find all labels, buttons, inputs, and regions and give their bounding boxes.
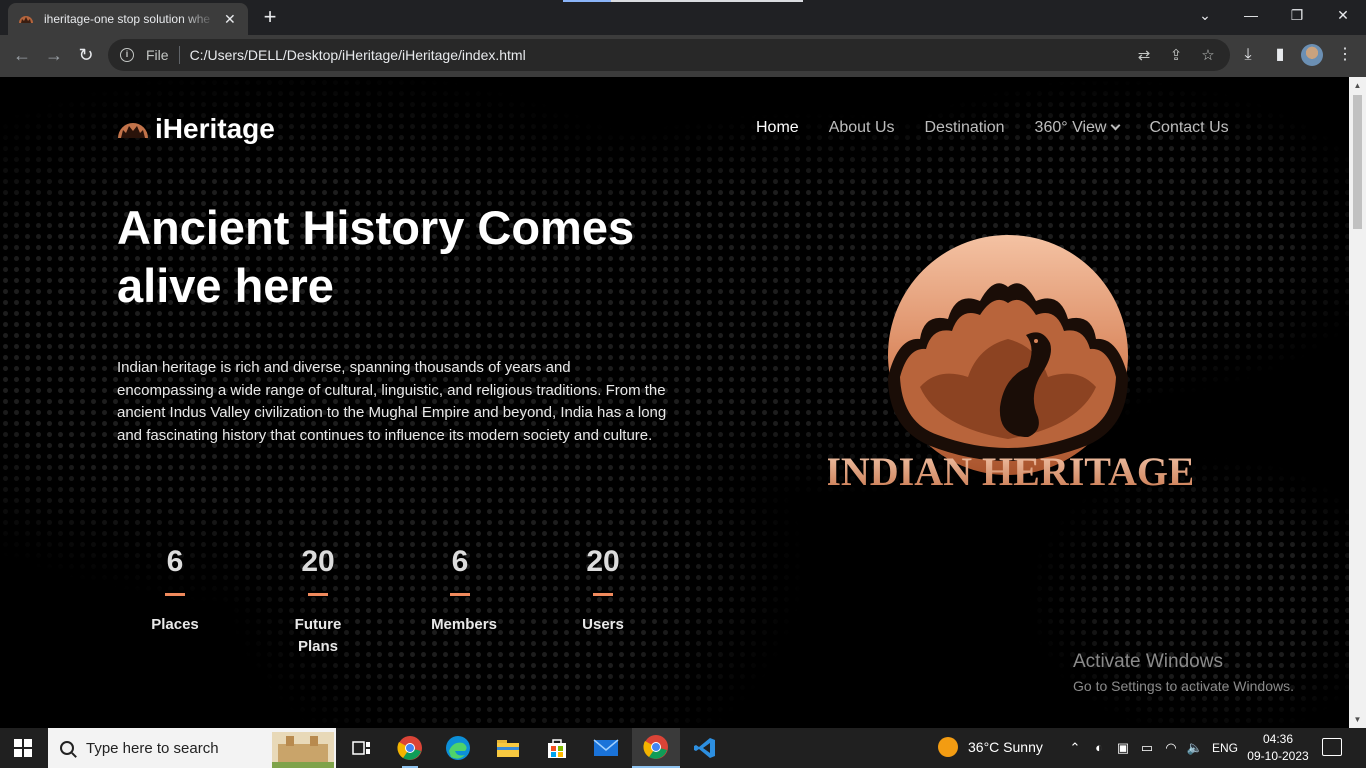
file-explorer-icon[interactable] xyxy=(484,728,532,768)
search-icon xyxy=(57,738,77,758)
activate-subtitle: Go to Settings to activate Windows. xyxy=(1073,678,1294,694)
stat-value: 20 xyxy=(586,545,620,578)
volume-icon[interactable]: 🔈 xyxy=(1186,739,1204,757)
search-placeholder: Type here to search xyxy=(86,739,219,757)
star-icon[interactable]: ☆ xyxy=(1199,47,1217,65)
brand-name: iHeritage xyxy=(155,113,275,144)
stat-users: 20 Users xyxy=(545,545,661,636)
nav-destination[interactable]: Destination xyxy=(925,119,1005,137)
back-icon[interactable]: ← xyxy=(10,43,34,67)
weather-widget[interactable]: 36°C Sunny xyxy=(938,737,1043,757)
weather-text: 36°C Sunny xyxy=(968,739,1043,755)
logo-wordmark: INDIAN HERITAGE xyxy=(828,449,1192,487)
reload-icon[interactable]: ↻ xyxy=(74,43,98,67)
url-scheme-label: File xyxy=(146,46,180,64)
input-language[interactable]: ENG xyxy=(1212,741,1238,755)
stat-divider xyxy=(165,593,185,596)
iheritage-favicon-icon xyxy=(19,16,33,23)
network-icon[interactable]: ▣ xyxy=(1114,739,1132,757)
sun-icon xyxy=(938,737,958,757)
scroll-up-icon[interactable]: ▲ xyxy=(1353,81,1362,90)
hero-description: Indian heritage is rich and diverse, spa… xyxy=(117,359,667,444)
stat-future-plans: 20 Future Plans xyxy=(260,545,376,658)
address-bar[interactable]: i File C:/Users/DELL/Desktop/iHeritage/i… xyxy=(108,39,1230,71)
battery-icon[interactable]: ▭ xyxy=(1138,739,1156,757)
activate-title: Activate Windows xyxy=(1073,651,1223,672)
nav-contact-us[interactable]: Contact Us xyxy=(1149,119,1228,137)
close-window-button[interactable]: ✕ xyxy=(1320,0,1366,30)
mail-icon[interactable] xyxy=(582,728,630,768)
kebab-menu-icon[interactable]: ⋮ xyxy=(1334,44,1356,66)
tab-search-chevron-icon[interactable]: ⌄ xyxy=(1182,0,1228,30)
translate-icon[interactable]: ⇄ xyxy=(1135,47,1153,65)
stat-places: 6 Places xyxy=(117,545,233,636)
browser-chrome: iheritage-one stop solution whe ✕ + ⌄ — … xyxy=(0,0,1366,77)
stat-value: 20 xyxy=(301,545,335,578)
stat-label: Places xyxy=(151,616,199,633)
new-tab-button[interactable]: + xyxy=(258,5,282,29)
tab-close-icon[interactable]: ✕ xyxy=(224,11,236,28)
browser-toolbar: ← → ↻ i File C:/Users/DELL/Desktop/iHeri… xyxy=(0,35,1366,76)
download-icon[interactable]: ⤓ xyxy=(1237,44,1259,66)
site-brand[interactable]: iHeritage xyxy=(117,113,275,145)
tab-strip: iheritage-one stop solution whe ✕ + ⌄ — … xyxy=(0,0,1366,35)
hero-title: Ancient History Comes alive here xyxy=(117,201,635,312)
share-icon[interactable]: ⇪ xyxy=(1167,47,1185,65)
side-panel-icon[interactable]: ▮ xyxy=(1269,44,1291,66)
profile-avatar[interactable] xyxy=(1301,44,1323,66)
main-nav: Home About Us Destination 360° View Cont… xyxy=(756,119,1229,137)
indian-heritage-logo: INDIAN HERITAGE xyxy=(828,235,1192,487)
forward-icon[interactable]: → xyxy=(42,43,66,67)
nav-home[interactable]: Home xyxy=(756,119,799,137)
windows-start-icon[interactable] xyxy=(14,739,32,757)
stat-members: 6 Members xyxy=(402,545,518,636)
scroll-down-icon[interactable]: ▼ xyxy=(1353,715,1362,724)
meet-now-icon[interactable]: ◐ xyxy=(1090,739,1108,757)
wifi-icon[interactable]: ◠ xyxy=(1162,739,1180,757)
restore-button[interactable]: ❐ xyxy=(1274,0,1320,30)
url-text[interactable]: C:/Users/DELL/Desktop/iHeritage/iHeritag… xyxy=(190,47,526,63)
stat-label: Members xyxy=(431,616,497,633)
stat-label: Users xyxy=(582,616,624,633)
taskbar-search[interactable]: Type here to search xyxy=(48,728,336,768)
chevron-down-icon xyxy=(1111,120,1121,131)
windows-taskbar: Type here to search 36°C Sunny ⌃ ◐ ▣ ▭ ◠… xyxy=(0,728,1366,768)
stat-label: Future Plans xyxy=(294,616,342,655)
stat-divider xyxy=(308,593,328,596)
minimize-button[interactable]: — xyxy=(1228,0,1274,30)
stat-value: 6 xyxy=(166,545,184,578)
chrome-active-window-icon[interactable] xyxy=(632,728,680,768)
info-icon[interactable]: i xyxy=(120,48,134,62)
vscode-icon[interactable] xyxy=(681,728,729,768)
stat-value: 6 xyxy=(451,545,469,578)
brand-logo-icon xyxy=(118,123,148,138)
scroll-thumb[interactable] xyxy=(1353,95,1362,229)
browser-tab[interactable]: iheritage-one stop solution whe ✕ xyxy=(8,3,248,35)
activate-windows-watermark: Activate Windows Go to Settings to activ… xyxy=(1073,651,1294,694)
stat-divider xyxy=(450,593,470,596)
tray-chevron-up-icon[interactable]: ⌃ xyxy=(1066,739,1084,757)
clock-time: 04:36 xyxy=(1262,732,1294,746)
page-load-bar xyxy=(563,0,803,2)
stat-divider xyxy=(593,593,613,596)
nav-360-view[interactable]: 360° View xyxy=(1034,119,1121,137)
chrome-icon[interactable] xyxy=(386,728,434,768)
edge-icon[interactable] xyxy=(434,728,482,768)
microsoft-store-icon[interactable] xyxy=(533,728,581,768)
clock-date: 09-10-2023 xyxy=(1247,749,1309,763)
page-scrollbar[interactable]: ▲ ▼ xyxy=(1349,77,1366,728)
nav-360-view-label: 360° View xyxy=(1034,119,1107,136)
system-clock[interactable]: 04:36 09-10-2023 xyxy=(1246,731,1310,765)
web-page: iHeritage Home About Us Destination 360°… xyxy=(0,77,1349,728)
search-highlight-illustration xyxy=(272,732,334,768)
task-view-icon[interactable] xyxy=(338,728,386,768)
tab-title: iheritage-one stop solution whe xyxy=(44,12,211,26)
notification-center-icon[interactable] xyxy=(1322,738,1342,756)
nav-about-us[interactable]: About Us xyxy=(829,119,895,137)
